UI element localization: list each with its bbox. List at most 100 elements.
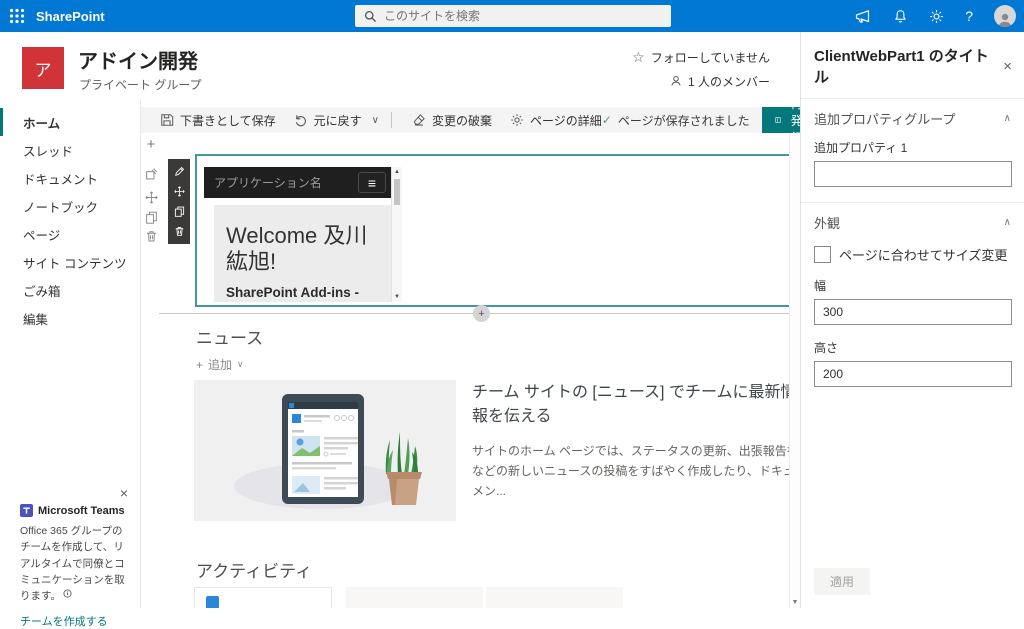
welcome-text: Welcome 及川紘旭! — [226, 223, 368, 275]
page-canvas: + アプリケーション名 ≡ Welcome 及川紘旭! SharePoint A… — [141, 133, 800, 608]
news-add-button[interactable]: + 追加 ∨ — [196, 356, 244, 373]
news-card-body: サイトのホーム ページでは、ステータスの更新、出張報告書などの新しいニュースの投… — [472, 444, 799, 498]
height-input[interactable] — [814, 361, 1012, 387]
help-icon[interactable]: ? — [965, 8, 973, 24]
members-link[interactable]: 1 人のメンバー — [632, 71, 770, 91]
scroll-down-icon[interactable]: ▼ — [392, 292, 402, 302]
page-details-button[interactable]: ページの詳細 — [510, 112, 602, 129]
move-webpart-icon[interactable] — [173, 186, 185, 197]
news-section-title: ニュース — [196, 329, 264, 348]
panel-header: ClientWebPart1 のタイトル × — [801, 32, 1024, 98]
activity-card[interactable] — [194, 587, 332, 608]
page-details-gear-icon — [511, 114, 523, 126]
nav-item-notebook[interactable]: ノートブック — [0, 192, 140, 220]
canvas-scroll-down-icon[interactable]: ▼ — [790, 598, 800, 608]
properties-group-header[interactable]: 追加プロパティグループ ∧ — [801, 99, 1024, 136]
discard-changes-button[interactable]: 変更の破棄 — [412, 112, 492, 129]
add-section-icon[interactable]: + — [147, 137, 156, 152]
check-icon: ✓ — [601, 113, 612, 127]
suite-bar: SharePoint ? — [0, 0, 1024, 32]
activity-section-title: アクティビティ — [196, 562, 313, 581]
delete-section-icon[interactable] — [145, 230, 158, 243]
search-icon — [364, 10, 377, 22]
client-webpart[interactable]: アプリケーション名 ≡ Welcome 及川紘旭! SharePoint Add… — [195, 154, 792, 307]
app-scrollbar[interactable]: ▲ ▼ — [391, 167, 402, 302]
undo-chevron-down-icon[interactable]: ∨ — [372, 115, 379, 126]
search-input[interactable] — [384, 9, 662, 23]
follow-label: フォローしていません — [650, 50, 770, 65]
site-logo[interactable]: ア — [22, 47, 64, 89]
nav-item-documents[interactable]: ドキュメント — [0, 164, 140, 192]
resize-checkbox[interactable] — [814, 246, 831, 263]
delete-webpart-icon[interactable] — [174, 226, 185, 237]
apply-button[interactable]: 適用 — [814, 568, 871, 595]
edit-webpart-pencil-icon[interactable] — [174, 166, 185, 177]
canvas-scrollbar[interactable]: ▼ — [789, 133, 800, 608]
app-jumbotron: Welcome 及川紘旭! SharePoint Add-ins - — [214, 205, 391, 302]
section-edit-strip: + — [143, 137, 159, 243]
create-team-link[interactable]: チームを作成する — [20, 613, 130, 629]
app-title[interactable]: アプリケーション名 — [214, 174, 322, 191]
add-webpart-button[interactable]: + — [473, 305, 490, 322]
scrollbar-thumb[interactable] — [394, 179, 400, 205]
site-search-box[interactable] — [355, 5, 671, 27]
activity-card[interactable] — [486, 587, 623, 608]
activity-cards — [194, 587, 623, 608]
duplicate-section-icon[interactable] — [145, 211, 158, 224]
activity-card[interactable] — [346, 587, 483, 608]
promo-close-icon[interactable]: × — [120, 486, 128, 500]
news-card-title: チーム サイトの [ニュース] でチームに最新情報を伝える — [472, 384, 797, 425]
publish-icon — [774, 117, 781, 123]
site-meta: ☆ フォローしていません 1 人のメンバー — [632, 47, 770, 91]
follow-button[interactable]: ☆ フォローしていません — [632, 47, 770, 67]
prop1-label: 追加プロパティ 1 — [814, 141, 908, 155]
chevron-down-icon: ∨ — [237, 359, 244, 369]
width-input[interactable] — [814, 299, 1012, 325]
resize-to-page-option[interactable]: ページに合わせてサイズ変更 — [801, 240, 1024, 267]
nav-item-recycle-bin[interactable]: ごみ箱 — [0, 276, 140, 304]
member-person-icon — [671, 75, 681, 86]
appearance-group-header[interactable]: 外観 ∧ — [801, 203, 1024, 240]
scroll-up-icon[interactable]: ▲ — [392, 167, 402, 177]
info-icon[interactable] — [63, 589, 72, 598]
nav-item-thread[interactable]: スレッド — [0, 136, 140, 164]
duplicate-webpart-icon[interactable] — [174, 206, 185, 217]
save-draft-button[interactable]: 下書きとして保存 — [160, 112, 276, 129]
site-header: ア アドイン開発 プライベート グループ ☆ フォローしていません 1 人のメン… — [0, 32, 800, 100]
app-launcher-waffle-icon[interactable] — [0, 0, 34, 32]
edit-section-icon[interactable] — [145, 168, 158, 181]
webpart-toolbar — [168, 159, 190, 244]
app-title[interactable]: SharePoint — [36, 0, 105, 32]
height-label: 高さ — [814, 341, 839, 355]
webpart-app-frame: アプリケーション名 ≡ Welcome 及川紘旭! SharePoint Add… — [204, 167, 402, 302]
undo-button[interactable]: 元に戻す — [294, 112, 362, 129]
tablet-plant-illustration — [234, 394, 422, 509]
nav-item-home[interactable]: ホーム — [0, 108, 140, 136]
move-section-icon[interactable] — [144, 191, 158, 204]
width-label: 幅 — [814, 279, 827, 293]
card-gap — [332, 587, 346, 608]
app-body: Welcome 及川紘旭! SharePoint Add-ins - — [204, 198, 391, 302]
hamburger-menu-icon[interactable]: ≡ — [358, 172, 386, 193]
panel-close-icon[interactable]: × — [1003, 59, 1012, 74]
settings-gear-icon[interactable] — [929, 9, 944, 24]
members-label: 1 人のメンバー — [687, 74, 770, 89]
app-navbar: アプリケーション名 ≡ — [204, 167, 402, 198]
notifications-bell-icon[interactable] — [893, 9, 908, 24]
site-privacy-label: プライベート グループ — [79, 78, 202, 92]
nav-item-site-contents[interactable]: サイト コンテンツ — [0, 248, 140, 276]
news-placeholder-text[interactable]: チーム サイトの [ニュース] でチームに最新情報を伝える サイトのホーム ペー… — [472, 380, 800, 521]
prop1-input[interactable] — [814, 161, 1012, 187]
user-avatar[interactable] — [994, 5, 1016, 27]
main-content: 下書きとして保存 元に戻す ∨ 変更の破棄 ページの詳細 ✓ ページが保存されま… — [140, 97, 819, 608]
nav-item-pages[interactable]: ページ — [0, 220, 140, 248]
announcement-megaphone-icon[interactable] — [855, 9, 872, 24]
nav-item-edit[interactable]: 編集 — [0, 304, 140, 332]
discard-icon — [413, 114, 425, 126]
chevron-up-icon: ∧ — [1003, 217, 1011, 228]
teams-icon — [20, 504, 33, 517]
waffle-icon — [9, 8, 25, 24]
teams-promo-title: Microsoft Teams — [38, 504, 125, 517]
site-title[interactable]: アドイン開発 — [78, 45, 198, 74]
news-placeholder-image[interactable] — [194, 380, 456, 521]
